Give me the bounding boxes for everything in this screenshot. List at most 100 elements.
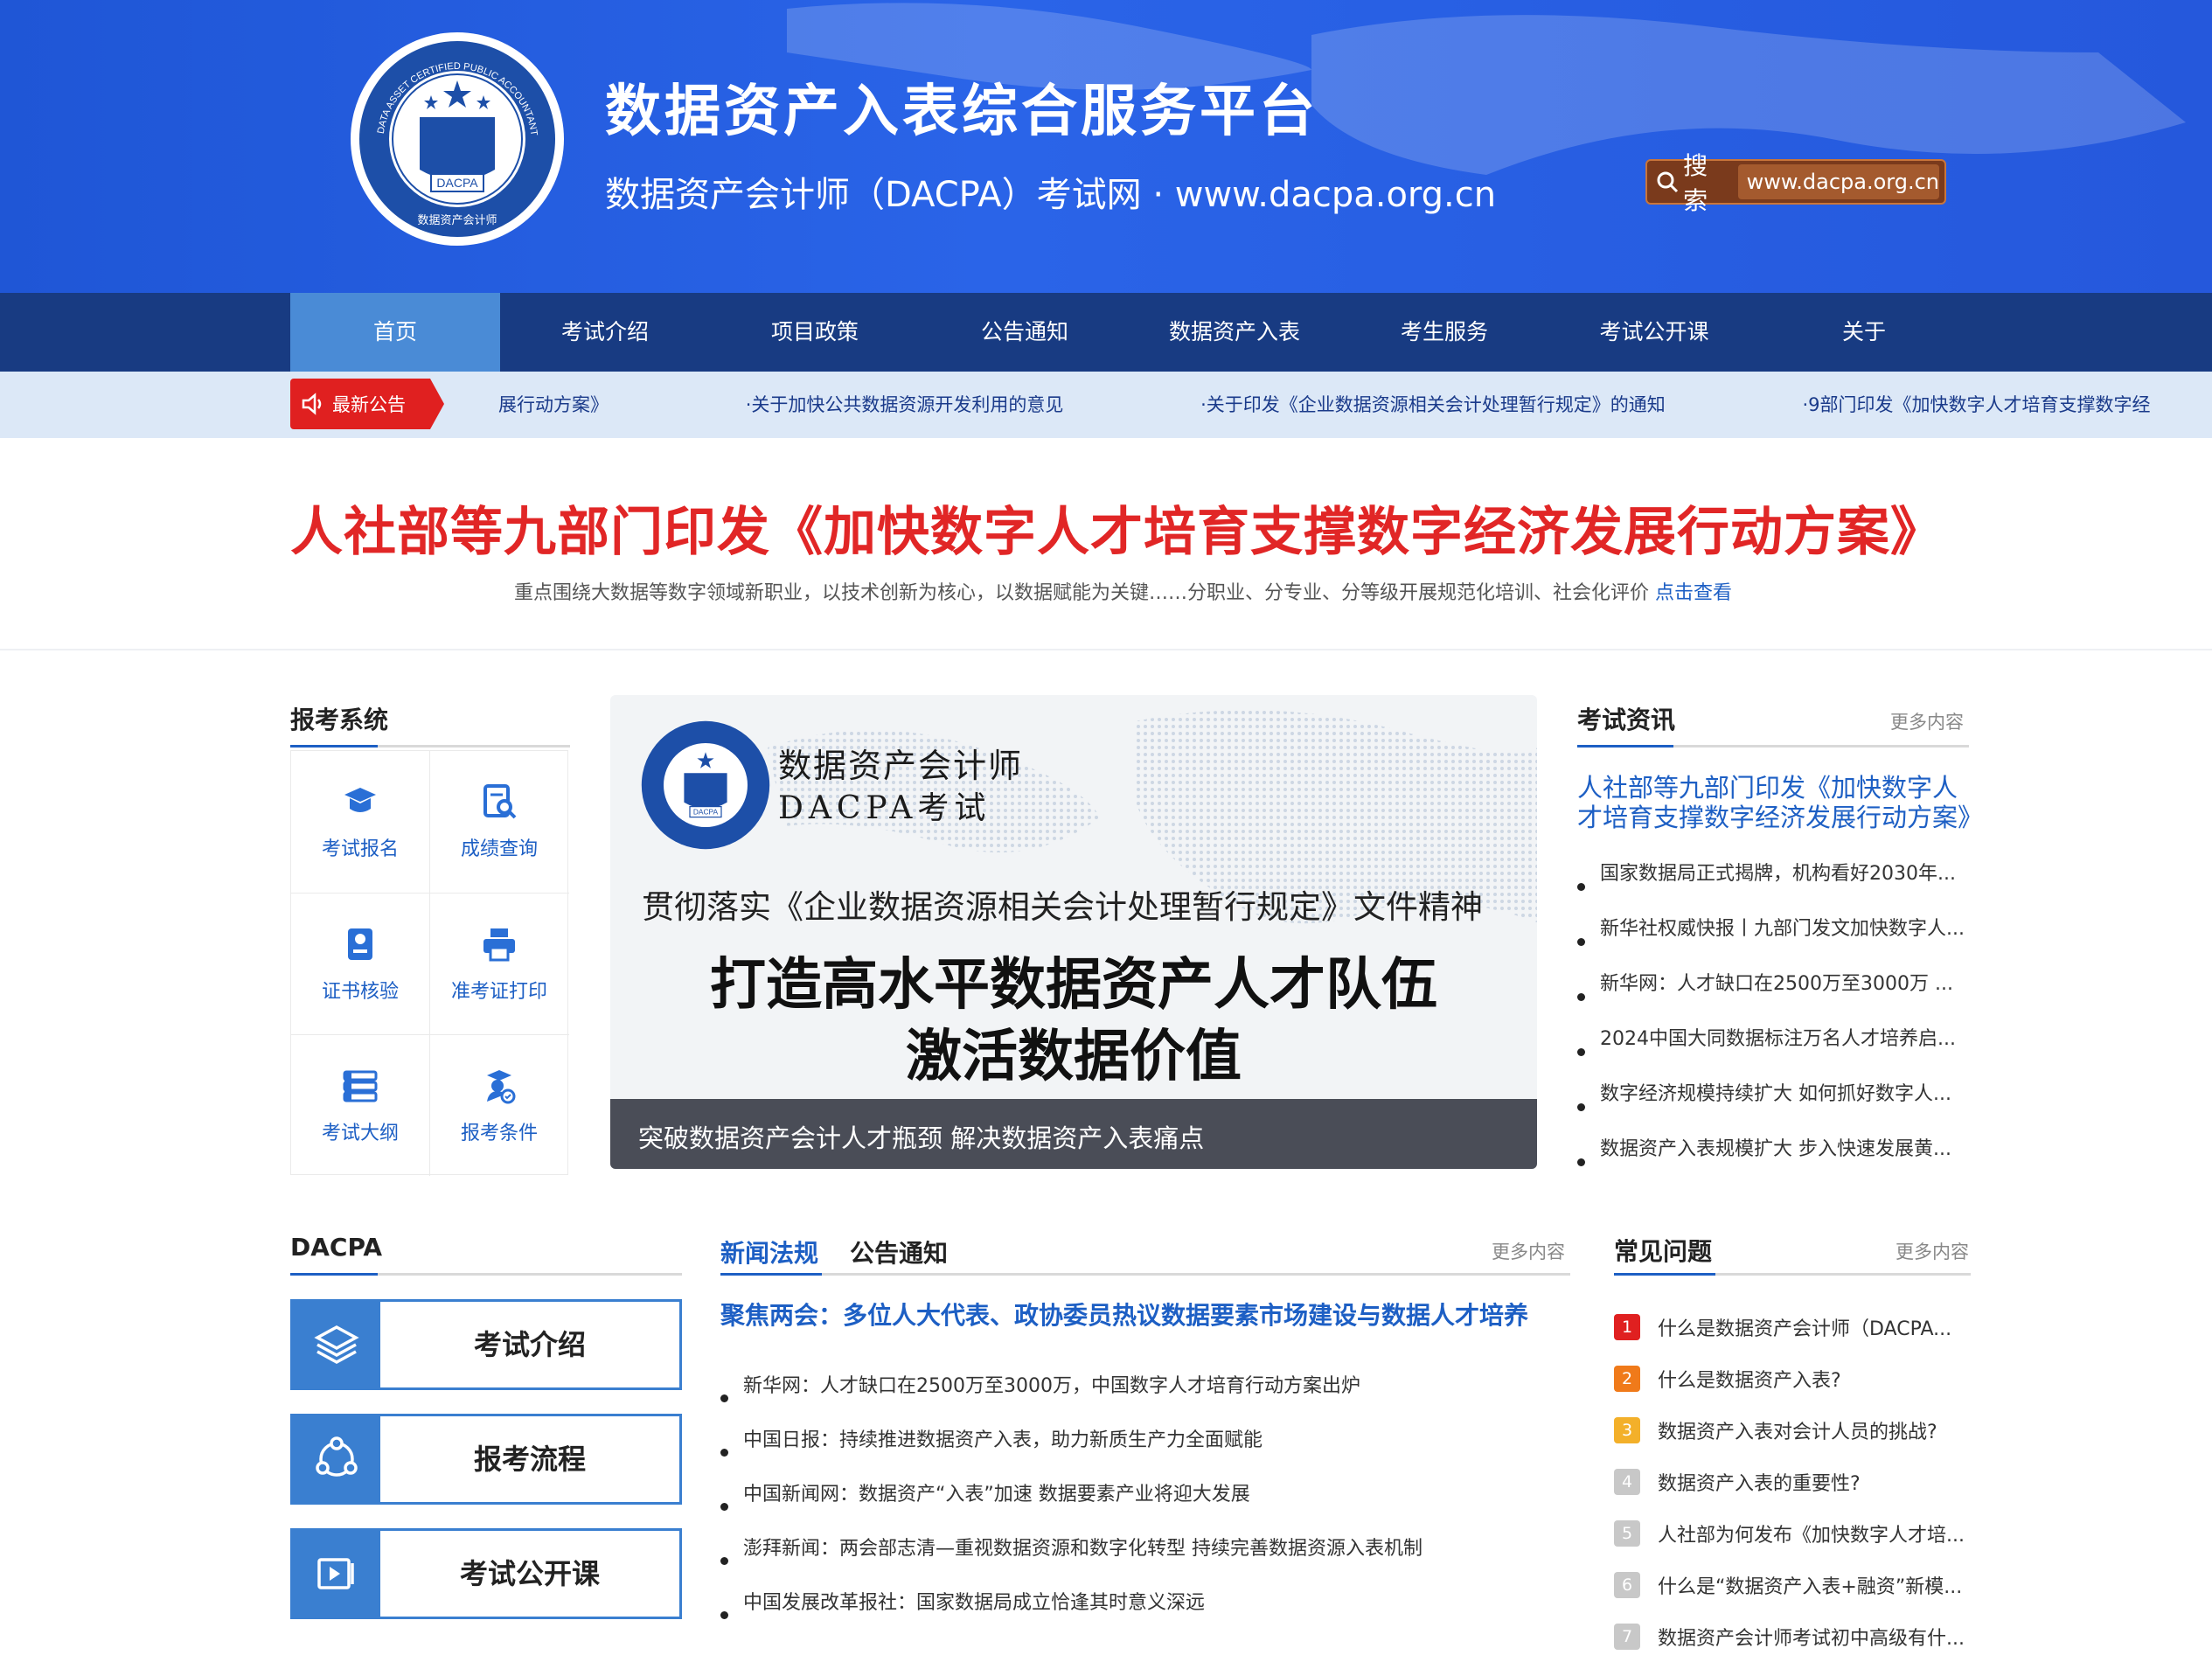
faq-title: 常见问题 bbox=[1614, 1233, 1712, 1268]
layers-icon bbox=[312, 1320, 361, 1369]
nav-item-exam-intro[interactable]: 考试介绍 bbox=[500, 293, 710, 372]
list-item[interactable]: 新华网：人才缺口在2500万至3000万 ... bbox=[1577, 969, 1979, 1024]
exam-intro-button[interactable]: 考试介绍 bbox=[290, 1299, 682, 1390]
list-item[interactable]: 澎拜新闻：两会部志清—重视数据资源和数字化转型 持续完善数据资源入表机制 bbox=[720, 1533, 1560, 1588]
nav-item-candidate-service[interactable]: 考生服务 bbox=[1339, 293, 1549, 372]
exam-news-title: 考试资讯 bbox=[1577, 701, 1675, 736]
faq-rank-badge: 1 bbox=[1614, 1314, 1640, 1340]
faq-list: 1 什么是数据资产会计师（DACPA... 2 什么是数据资产入表? 3 数据资产入表对会… bbox=[1614, 1301, 1965, 1662]
news-more-link[interactable]: 更多内容 bbox=[1492, 1238, 1565, 1264]
nav-item-policy[interactable]: 项目政策 bbox=[710, 293, 920, 372]
score-query-label: 成绩查询 bbox=[461, 833, 538, 861]
score-query-link[interactable]: 成绩查询 bbox=[430, 751, 568, 893]
score-search-icon bbox=[480, 782, 518, 821]
search-icon[interactable] bbox=[1652, 167, 1681, 197]
registration-title-underline bbox=[290, 745, 570, 748]
dacpa-title: DACPA bbox=[290, 1233, 382, 1262]
hero-banner-carousel[interactable]: DACPA 数据资产会计师 DACPA考试 贯彻落实《企业数据资源相关会计处理暂… bbox=[610, 695, 1537, 1169]
printer-icon bbox=[480, 925, 518, 963]
registration-process-button[interactable]: 报考流程 bbox=[290, 1414, 682, 1505]
headline-view-link[interactable]: 点击查看 bbox=[1655, 582, 1732, 604]
search-label[interactable]: 搜索 bbox=[1683, 147, 1731, 217]
list-item[interactable]: 数字经济规模持续扩大 如何抓好数字人... bbox=[1577, 1079, 1979, 1134]
process-cycle-icon bbox=[312, 1435, 361, 1484]
faq-item[interactable]: 6 什么是“数据资产入表+融资”新模... bbox=[1614, 1559, 1965, 1610]
nav-item-notices[interactable]: 公告通知 bbox=[920, 293, 1130, 372]
section-divider bbox=[0, 649, 2212, 650]
faq-rank-badge: 2 bbox=[1614, 1366, 1640, 1392]
nav-item-data-asset[interactable]: 数据资产入表 bbox=[1130, 293, 1339, 372]
list-item[interactable]: 数据资产入表规模扩大 步入快速发展黄... bbox=[1577, 1134, 1979, 1189]
news-feature-link[interactable]: 聚焦两会：多位人大代表、政协委员热议数据要素市场建设与数据人才培养 bbox=[720, 1301, 1528, 1331]
ticker-item[interactable]: ·关于印发《企业数据资源相关会计处理暂行规定》的通知 bbox=[1200, 394, 1666, 415]
news-list: 新华网：人才缺口在2500万至3000万，中国数字人才培育行动方案出炉 中国日报… bbox=[720, 1371, 1560, 1642]
svg-text:数据资产会计师: 数据资产会计师 bbox=[417, 214, 497, 227]
banner-caption[interactable]: 突破数据资产会计人才瓶颈 解决数据资产入表痛点 bbox=[638, 1118, 1204, 1155]
admission-ticket-print-link[interactable]: 准考证打印 bbox=[430, 894, 568, 1035]
nav-item-about[interactable]: 关于 bbox=[1759, 293, 1969, 372]
faq-rank-badge: 6 bbox=[1614, 1572, 1640, 1598]
list-item[interactable]: 中国发展改革报社：国家数据局成立恰逢其时意义深远 bbox=[720, 1588, 1560, 1642]
faq-question: 什么是数据资产会计师（DACPA... bbox=[1658, 1313, 1951, 1341]
ticker-item[interactable]: ·9部门印发《加快数字人才培育支撑数字经 bbox=[1802, 394, 2150, 415]
certificate-verify-label: 证书核验 bbox=[322, 976, 399, 1004]
dacpa-logo[interactable]: DACPA 数据资产会计师 DATA ASSET CERTIFIED PUBLI… bbox=[348, 30, 567, 248]
faq-question: 什么是“数据资产入表+融资”新模... bbox=[1658, 1571, 1962, 1599]
faq-question: 人社部为何发布《加快数字人才培... bbox=[1658, 1519, 1965, 1547]
faq-more-link[interactable]: 更多内容 bbox=[1896, 1238, 1969, 1264]
faq-item[interactable]: 3 数据资产入表对会计人员的挑战? bbox=[1614, 1404, 1965, 1456]
exam-registration-link[interactable]: 考试报名 bbox=[291, 751, 429, 893]
video-play-icon bbox=[312, 1549, 361, 1598]
exam-registration-label: 考试报名 bbox=[322, 833, 399, 861]
faq-item[interactable]: 2 什么是数据资产入表? bbox=[1614, 1353, 1965, 1404]
list-item[interactable]: 新华社权威快报丨九部门发文加快数字人... bbox=[1577, 914, 1979, 969]
faq-item[interactable]: 4数据资产入表的重要性? bbox=[1614, 1456, 1965, 1507]
faq-question: 数据资产入表的重要性? bbox=[1658, 1468, 1861, 1496]
headline-title[interactable]: 人社部等九部门印发《加快数字人才培育支撑数字经济发展行动方案》 bbox=[290, 490, 1944, 566]
exam-news-more-link[interactable]: 更多内容 bbox=[1890, 708, 1964, 734]
dacpa-underline bbox=[290, 1273, 682, 1276]
open-course-button[interactable]: 考试公开课 bbox=[290, 1528, 682, 1619]
exam-intro-label: 考试介绍 bbox=[380, 1302, 679, 1387]
speaker-icon bbox=[301, 393, 327, 415]
banner-brand-line1: 数据资产会计师 bbox=[778, 739, 1023, 787]
certificate-icon bbox=[341, 925, 379, 963]
list-item[interactable]: 中国日报：持续推进数据资产入表，助力新质生产力全面赋能 bbox=[720, 1425, 1560, 1479]
ticker-list: 展行动方案》 ·关于加快公共数据资源开发利用的意见 ·关于印发《企业数据资源相关… bbox=[498, 372, 2212, 438]
requirements-link[interactable]: 报考条件 bbox=[430, 1035, 568, 1177]
list-item[interactable]: 新华网：人才缺口在2500万至3000万，中国数字人才培育行动方案出炉 bbox=[720, 1371, 1560, 1425]
faq-rank-badge: 3 bbox=[1614, 1417, 1640, 1443]
exam-news-underline bbox=[1577, 745, 1969, 748]
search-box[interactable]: 搜索 www.dacpa.org.cn bbox=[1645, 159, 1946, 205]
list-item[interactable]: 2024中国大同数据标注万名人才培养启... bbox=[1577, 1024, 1979, 1079]
nav-item-open-course[interactable]: 考试公开课 bbox=[1549, 293, 1759, 372]
graduation-cap-icon bbox=[341, 782, 379, 821]
news-underline bbox=[720, 1273, 1570, 1276]
ticker-item[interactable]: ·关于加快公共数据资源开发利用的意见 bbox=[746, 394, 1064, 415]
tab-news-regulations[interactable]: 新闻法规 bbox=[720, 1234, 818, 1269]
outline-list-icon bbox=[341, 1067, 379, 1105]
site-subtitle: 数据资产会计师（DACPA）考试网 · www.dacpa.org.cn bbox=[605, 166, 1496, 217]
search-input[interactable]: www.dacpa.org.cn bbox=[1738, 164, 1939, 199]
banner-caption-bar: 突破数据资产会计人才瓶颈 解决数据资产入表痛点 bbox=[610, 1099, 1537, 1169]
certificate-verify-link[interactable]: 证书核验 bbox=[291, 894, 429, 1035]
faq-underline bbox=[1614, 1273, 1971, 1276]
headline-desc-text: 重点围绕大数据等数字领域新职业，以技术创新为核心，以数据赋能为关键……分职业、分… bbox=[514, 582, 1649, 604]
main-nav: 首页 考试介绍 项目政策 公告通知 数据资产入表 考生服务 考试公开课 关于 bbox=[0, 293, 2212, 372]
faq-item[interactable]: 7数据资产会计师考试初中高级有什... bbox=[1614, 1610, 1965, 1662]
requirements-label: 报考条件 bbox=[461, 1117, 538, 1145]
faq-item[interactable]: 1 什么是数据资产会计师（DACPA... bbox=[1614, 1301, 1965, 1353]
faq-question: 什么是数据资产入表? bbox=[1658, 1365, 1841, 1393]
exam-outline-label: 考试大纲 bbox=[322, 1117, 399, 1145]
faq-rank-badge: 7 bbox=[1614, 1624, 1640, 1650]
banner-brand-line2: DACPA考试 bbox=[778, 782, 991, 828]
exam-news-feature-link[interactable]: 人社部等九部门印发《加快数字人才培育支撑数字经济发展行动方案》 bbox=[1577, 773, 1979, 832]
ticker-item[interactable]: 展行动方案》 bbox=[498, 394, 609, 415]
faq-item[interactable]: 5人社部为何发布《加快数字人才培... bbox=[1614, 1507, 1965, 1559]
list-item[interactable]: 国家数据局正式揭牌，机构看好2030年... bbox=[1577, 859, 1979, 914]
nav-item-home[interactable]: 首页 bbox=[290, 293, 500, 372]
tab-announcements[interactable]: 公告通知 bbox=[850, 1234, 948, 1269]
exam-outline-link[interactable]: 考试大纲 bbox=[291, 1035, 429, 1177]
faq-question: 数据资产入表对会计人员的挑战? bbox=[1658, 1416, 1937, 1444]
list-item[interactable]: 中国新闻网：数据资产“入表”加速 数据要素产业将迎大发展 bbox=[720, 1479, 1560, 1533]
